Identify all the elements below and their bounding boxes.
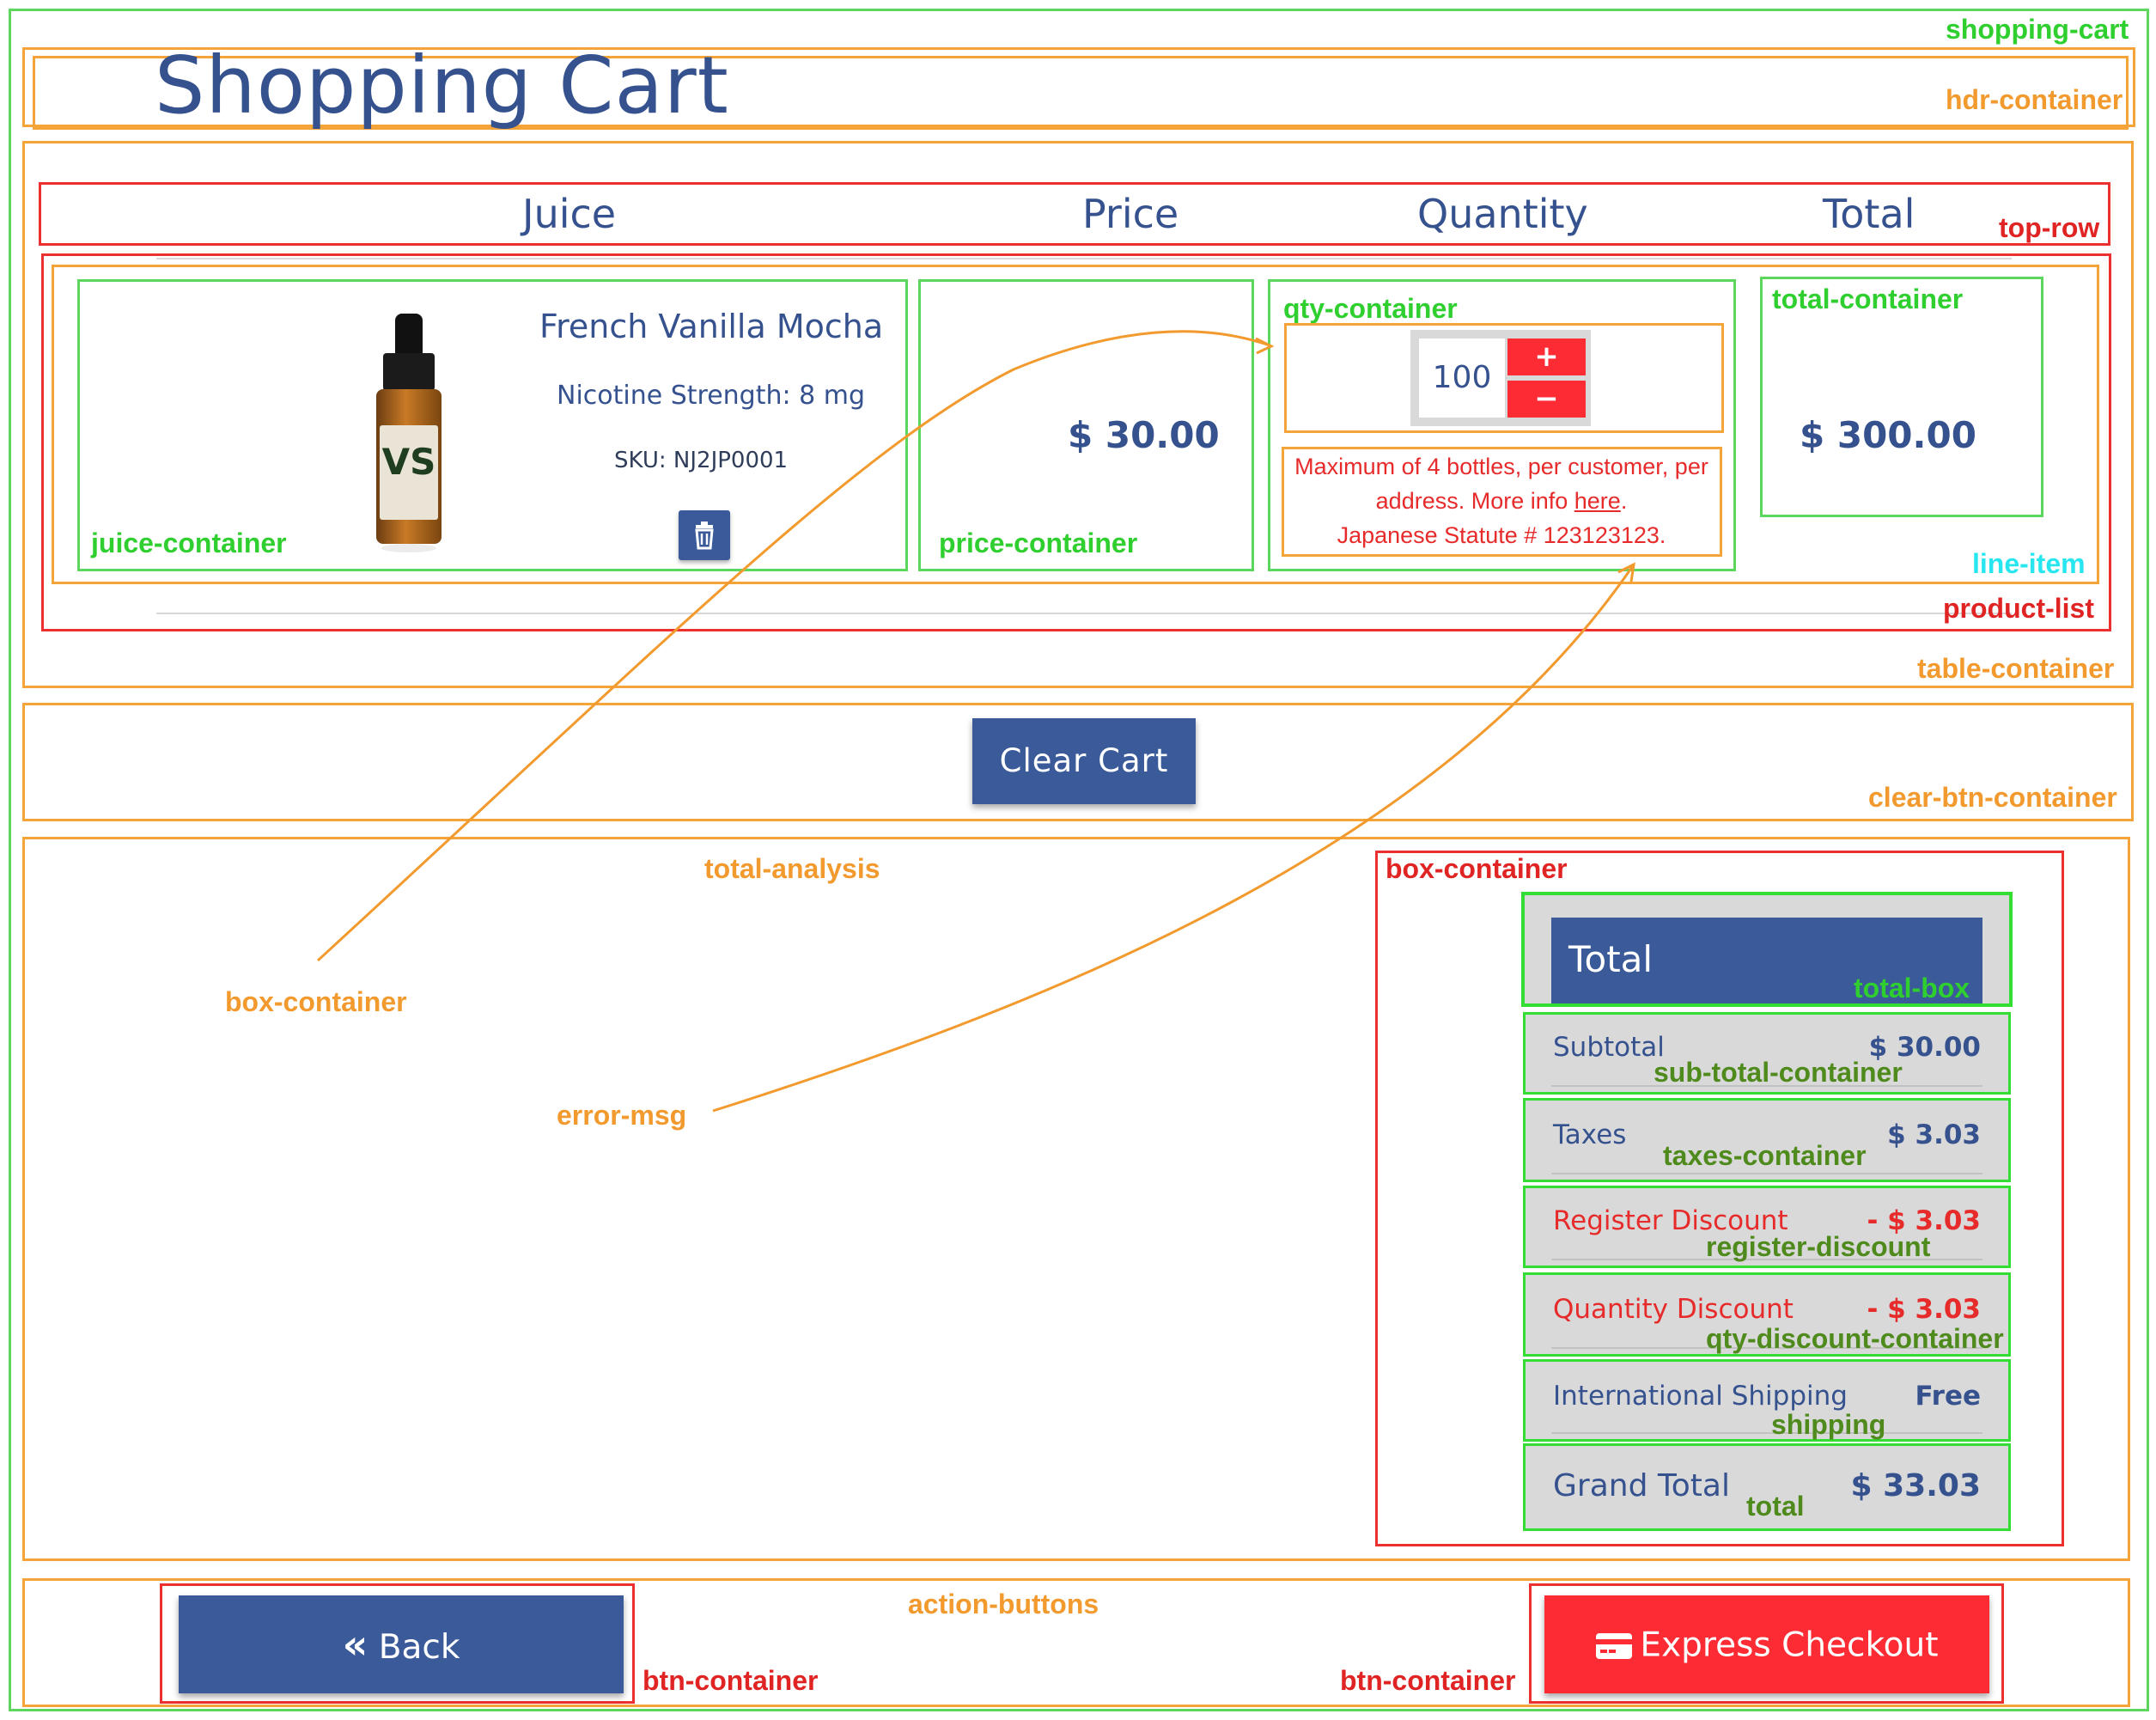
annotation-box-container-callout: box-container [225,986,407,1017]
credit-card-icon [1596,1632,1633,1659]
row-divider-bottom [156,613,2012,614]
annotation-clear-btn-container: clear-btn-container [1868,782,2117,813]
annotation-box-container: box-container [1386,853,1568,884]
shipping-value: Free [1915,1381,1981,1412]
error-msg-line3: Japanese Statute # 123123123. [1337,522,1666,548]
page-title: Shopping Cart [155,40,729,131]
quantity-discount-label: Quantity Discount [1553,1294,1794,1325]
annotation-total: total [1746,1491,1805,1522]
product-bottle-image: VS [375,314,443,554]
product-sku: SKU: NJ2JP0001 [614,448,789,473]
quantity-discount-value: - $ 3.03 [1867,1294,1981,1325]
annotation-hdr-container: hdr-container [1946,84,2123,115]
error-msg-line2: address. More info here. [1287,488,1716,515]
annotation-top-row: top-row [1999,212,2100,243]
quantity-increment-button[interactable]: + [1507,339,1586,375]
bottle-label-text: VS [381,441,436,483]
annotation-price-container: price-container [939,528,1138,558]
column-header-total: Total [1823,191,1915,237]
express-checkout-button[interactable]: Express Checkout [1544,1595,1989,1693]
error-msg-line2-prefix: address. More info [1375,488,1574,514]
shipping-label: International Shipping [1553,1381,1848,1412]
annotation-register-discount: register-discount [1706,1231,1931,1262]
taxes-value: $ 3.03 [1887,1119,1981,1150]
summary-title: Total [1568,938,1654,980]
product-name: French Vanilla Mocha [539,308,884,345]
annotation-total-container: total-container [1772,284,1964,314]
column-header-price: Price [1082,191,1179,237]
subtotal-label: Subtotal [1553,1032,1665,1063]
grand-total-value: $ 33.03 [1850,1468,1981,1503]
error-msg-line1: Maximum of 4 bottles, per customer, per [1294,454,1708,479]
back-button[interactable]: « Back [179,1595,624,1693]
grand-total-label: Grand Total [1553,1468,1730,1503]
annotation-table-container: table-container [1917,653,2115,684]
column-header-juice: Juice [522,191,617,237]
annotation-btn-container-right: btn-container [1340,1665,1516,1696]
error-msg-line2-suffix: . [1620,488,1628,514]
annotation-shopping-cart: shopping-cart [1946,14,2129,45]
annotation-error-msg-callout: error-msg [557,1100,687,1131]
annotation-qty-container: qty-container [1283,293,1458,324]
annotation-product-list: product-list [1943,593,2094,624]
double-chevron-left-icon: « [342,1621,368,1668]
annotation-qty-discount-container: qty-discount-container [1706,1323,2004,1354]
nicotine-strength: Nicotine Strength: 8 mg [557,381,866,411]
annotation-total-box: total-box [1854,973,1970,1003]
back-button-label: Back [378,1628,460,1667]
annotation-taxes-container: taxes-container [1663,1140,1867,1171]
annotation-action-buttons: action-buttons [908,1589,1099,1619]
clear-cart-button[interactable]: Clear Cart [972,718,1196,804]
trash-icon [695,521,714,550]
taxes-label: Taxes [1553,1119,1627,1150]
annotation-sub-total-container: sub-total-container [1654,1057,1903,1088]
annotation-shipping: shipping [1771,1409,1886,1440]
line-total: $ 300.00 [1800,414,1976,456]
quantity-field[interactable]: 100 [1419,339,1505,418]
shipping-container: International Shipping Free [1523,1359,2011,1442]
column-header-quantity: Quantity [1417,191,1588,237]
row-divider-top [156,258,2012,259]
annotation-juice-container: juice-container [91,528,287,558]
unit-price: $ 30.00 [1068,414,1220,456]
more-info-link[interactable]: here [1574,488,1621,514]
annotation-total-analysis: total-analysis [704,853,880,884]
annotation-btn-container-left: btn-container [643,1665,819,1696]
express-checkout-label: Express Checkout [1640,1625,1939,1665]
delete-item-button[interactable] [679,510,730,560]
annotation-line-item: line-item [1972,548,2086,579]
top-row [39,182,2110,246]
quantity-decrement-button[interactable]: − [1507,381,1586,418]
